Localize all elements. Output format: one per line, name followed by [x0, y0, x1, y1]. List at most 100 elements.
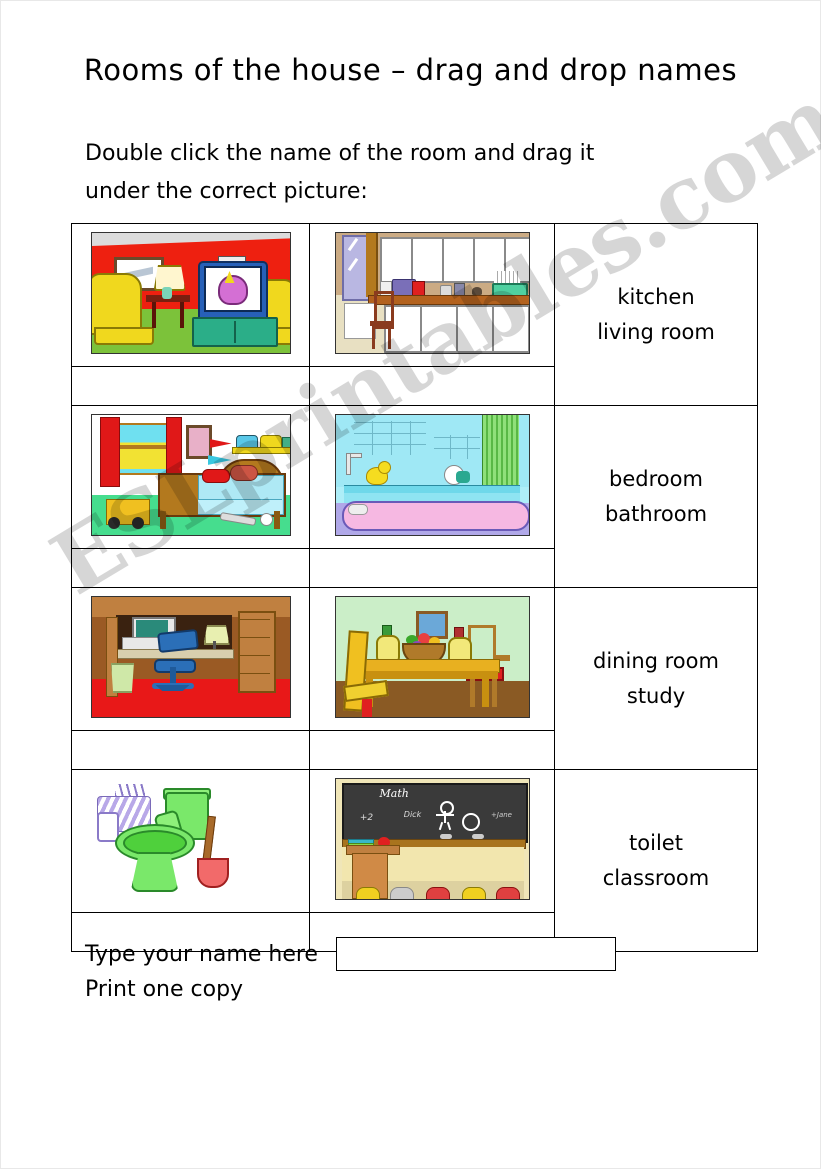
- table-leg-shape: [151, 302, 156, 328]
- armchair-left-shape: [91, 273, 154, 345]
- blanket-fold-shape: [197, 499, 282, 514]
- backpack-shape: [461, 887, 486, 899]
- chalk-writing: +2: [359, 813, 374, 823]
- soap-shape: [347, 504, 368, 515]
- faucet-pipe-shape: [345, 453, 351, 475]
- drawer-line-shape: [239, 637, 270, 638]
- draggable-word[interactable]: dining room: [555, 644, 757, 679]
- table-leg-shape: [481, 679, 489, 707]
- draggable-word[interactable]: bathroom: [555, 497, 757, 532]
- backpack-shape: [495, 887, 520, 899]
- wastebasket-shape: [111, 663, 134, 693]
- chair-leg-shape: [387, 325, 391, 349]
- blackboard-heading: Math: [379, 787, 409, 800]
- table-row: dining room study: [71, 587, 758, 770]
- instructions: Double click the name of the room and dr…: [85, 135, 725, 211]
- answer-dropzone[interactable]: [309, 548, 555, 588]
- picture-cell-study: [71, 587, 310, 731]
- drawer-line-shape: [239, 655, 270, 656]
- chair-leg-shape: [371, 325, 375, 349]
- picture-cell-living-room: [71, 223, 310, 367]
- word-bank-cell-2: bedroom bathroom: [554, 405, 758, 588]
- drawer-unit-shape: [237, 611, 276, 693]
- upper-cabinet-shape: [441, 237, 475, 283]
- picture-cell-kitchen: [309, 223, 555, 367]
- draggable-word[interactable]: bedroom: [555, 462, 757, 497]
- shower-curtain-shape: [481, 415, 519, 491]
- toy-wheel-shape: [107, 517, 120, 529]
- foreground-chair-cushion-shape: [361, 699, 372, 717]
- drawer-line-shape: [239, 619, 270, 620]
- table-row: bedroom bathroom: [71, 405, 758, 588]
- backpack-shape: [355, 887, 380, 899]
- word-bank-cell-3: dining room study: [554, 587, 758, 770]
- curtain-right-shape: [165, 417, 182, 481]
- bath-toy-shape: [455, 471, 470, 483]
- toilet-illustration: [90, 778, 291, 900]
- draggable-word[interactable]: study: [555, 679, 757, 714]
- answer-dropzone[interactable]: [309, 366, 555, 406]
- instructions-line-2: under the correct picture:: [85, 179, 368, 204]
- answer-dropzone[interactable]: [71, 366, 310, 406]
- dining-room-illustration: [334, 596, 530, 718]
- draggable-word[interactable]: kitchen: [555, 280, 757, 315]
- chalk-sun-shape: [461, 813, 480, 831]
- upper-cabinet-shape: [379, 237, 413, 283]
- lower-cabinet-shape: [455, 305, 494, 353]
- table-row: kitchen living room: [71, 223, 758, 406]
- picture-cell-toilet: [71, 769, 310, 913]
- lower-cabinet-shape: [419, 305, 458, 353]
- picture-cell-bedroom: [71, 405, 310, 549]
- upper-cabinet-shape: [410, 237, 444, 283]
- rooms-table: kitchen living room bedroom bathroom din…: [71, 223, 758, 952]
- lamp-base-shape: [161, 287, 172, 299]
- curtain-left-shape: [99, 417, 120, 487]
- word-bank-cell-1: kitchen living room: [554, 223, 758, 406]
- dining-table-edge-shape: [357, 671, 498, 679]
- table-row: Math +2 Dick +Jane toilet classroom: [71, 769, 758, 952]
- teddy-bear-shape: [229, 465, 258, 481]
- chalk-writing: +Jane: [491, 811, 512, 819]
- stick-figure-body-shape: [443, 811, 446, 823]
- print-instruction: Print one copy: [85, 977, 244, 1002]
- small-object-shape: [471, 287, 482, 295]
- draggable-word[interactable]: classroom: [555, 861, 757, 896]
- chair-leg-shape: [469, 677, 475, 707]
- toy-wheel-shape: [131, 517, 144, 529]
- bed-leg-shape: [159, 511, 166, 529]
- stick-figure-arms-shape: [435, 814, 454, 816]
- chair-leg-shape: [491, 677, 497, 707]
- picture-cell-dining-room: [309, 587, 555, 731]
- draggable-word[interactable]: living room: [555, 315, 757, 350]
- footer: Type your name here Print one copy: [85, 937, 745, 1002]
- instructions-line-1: Double click the name of the room and dr…: [85, 141, 595, 166]
- bedroom-illustration: [90, 414, 291, 536]
- shelf-shape: [231, 447, 290, 454]
- wall-picture-frame-icon: [185, 425, 212, 459]
- rubber-duck-head-shape: [377, 461, 391, 474]
- word-bank-cell-4: toilet classroom: [554, 769, 758, 952]
- lamp-shade-shape: [203, 625, 230, 645]
- wall-post-shape: [365, 233, 378, 297]
- answer-dropzone[interactable]: [71, 548, 310, 588]
- office-chair-back-shape: [156, 628, 199, 654]
- tile-pattern-shape: [433, 435, 480, 459]
- living-room-illustration: [90, 232, 291, 354]
- page-title: Rooms of the house – drag and drop names: [83, 53, 738, 87]
- picture-cell-classroom: Math +2 Dick +Jane: [309, 769, 555, 913]
- picture-cell-bathroom: [309, 405, 555, 549]
- name-input[interactable]: [335, 937, 616, 971]
- tv-cabinet-shape: [191, 317, 278, 347]
- bed-leg-shape: [273, 511, 280, 529]
- answer-dropzone[interactable]: [71, 730, 310, 770]
- lower-cabinet-shape: [491, 305, 529, 353]
- worksheet-page: ESLprintables.com Rooms of the house – d…: [0, 0, 821, 1169]
- backpack-shape: [389, 887, 414, 899]
- name-row: Type your name here: [85, 937, 745, 971]
- draggable-word[interactable]: toilet: [555, 826, 757, 861]
- backpack-shape: [425, 887, 450, 899]
- cap-shape: [201, 469, 230, 483]
- answer-dropzone[interactable]: [309, 730, 555, 770]
- bath-mat-shape: [341, 501, 529, 531]
- stick-figure-head-shape: [439, 801, 454, 815]
